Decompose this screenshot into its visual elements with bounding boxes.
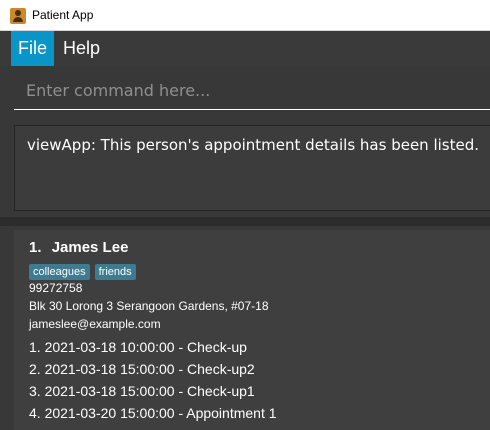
person-list: 1. James Lee colleagues friends 99272758… — [0, 226, 490, 430]
person-address: Blk 30 Lorong 3 Serangoon Gardens, #07-1… — [29, 299, 269, 313]
result-display: viewApp: This person's appointment detai… — [14, 125, 490, 211]
window-title: Patient App — [32, 8, 94, 22]
tag-badge: friends — [94, 264, 136, 280]
command-input[interactable] — [14, 72, 490, 109]
result-message: viewApp: This person's appointment detai… — [27, 136, 479, 154]
title-bar: Patient App — [0, 0, 490, 31]
person-email: jameslee@example.com — [29, 317, 161, 331]
menu-file[interactable]: File — [11, 31, 55, 66]
command-box — [14, 72, 490, 110]
person-phone: 99272758 — [29, 281, 83, 295]
person-card[interactable]: 1. James Lee colleagues friends 99272758… — [14, 230, 490, 430]
person-name: James Lee — [51, 239, 129, 256]
person-tags: colleagues friends — [29, 264, 136, 280]
menu-bar: File Help — [0, 31, 490, 66]
panel-divider[interactable] — [0, 217, 490, 226]
person-name-line: 1. James Lee — [29, 239, 128, 256]
appointment-item: 3. 2021-03-18 15:00:00 - Check-up1 — [29, 383, 255, 399]
person-index: 1. — [29, 239, 42, 256]
appointment-item: 4. 2021-03-20 15:00:00 - Appointment 1 — [29, 405, 277, 421]
menu-help[interactable]: Help — [56, 31, 107, 66]
appointment-item: 2. 2021-03-18 15:00:00 - Check-up2 — [29, 361, 255, 377]
appointment-item: 1. 2021-03-18 10:00:00 - Check-up — [29, 339, 247, 355]
tag-badge: colleagues — [29, 264, 90, 280]
person-app-icon — [10, 8, 26, 24]
